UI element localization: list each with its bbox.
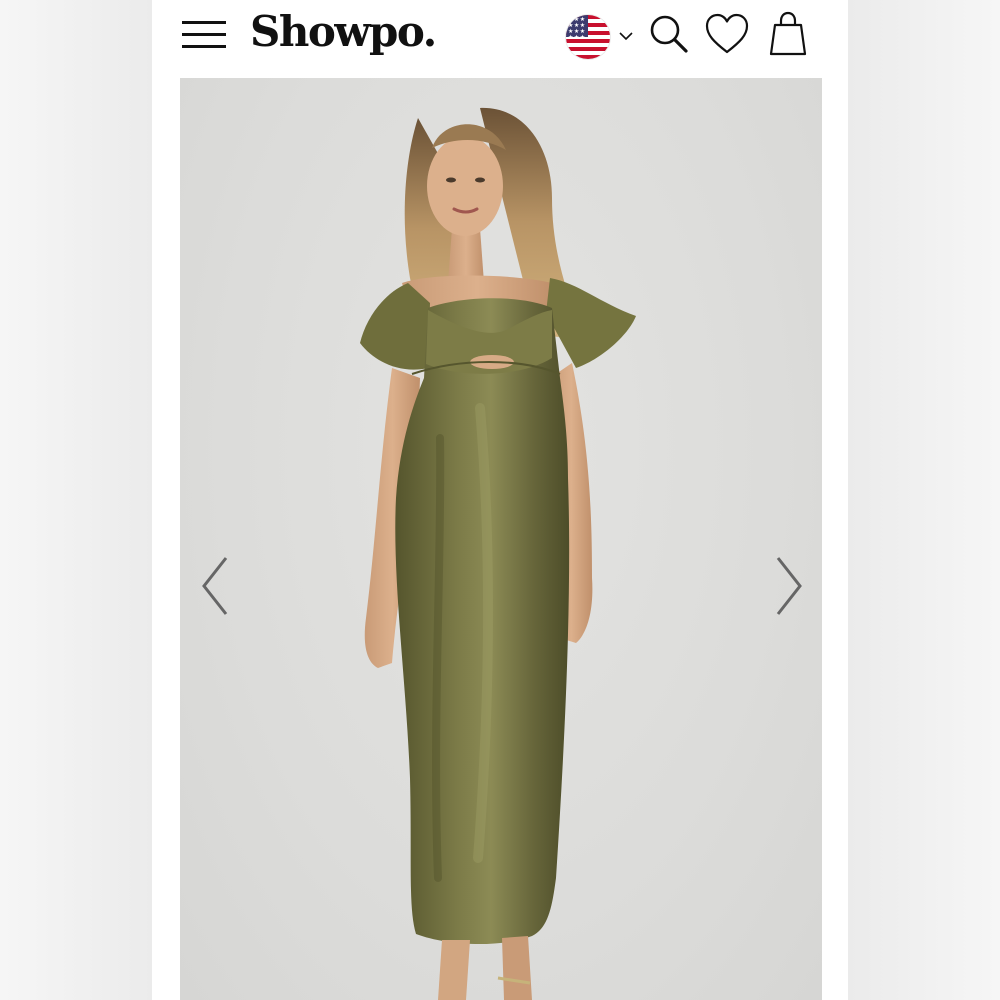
hamburger-menu-icon [182, 21, 226, 48]
mobile-page: Showpo. ★★★★★★★★★★★★ [152, 0, 848, 1000]
chevron-left-icon [202, 557, 228, 615]
left-backdrop [0, 0, 152, 1000]
shopping-bag-icon [769, 11, 807, 56]
product-image-gallery[interactable] [180, 78, 822, 1000]
right-backdrop [848, 0, 1000, 1000]
previous-image-button[interactable] [196, 550, 236, 622]
site-header: Showpo. ★★★★★★★★★★★★ [152, 0, 848, 76]
menu-button[interactable] [180, 14, 228, 54]
product-image [360, 107, 636, 1000]
us-flag-icon: ★★★★★★★★★★★★ [566, 15, 610, 59]
shopping-bag-button[interactable] [766, 10, 810, 58]
search-button[interactable] [646, 12, 692, 58]
next-image-button[interactable] [768, 550, 808, 622]
heart-icon [705, 13, 749, 54]
chevron-down-icon [619, 32, 633, 41]
wishlist-button[interactable] [704, 12, 750, 58]
search-icon [650, 15, 688, 53]
chevron-right-icon [776, 557, 802, 615]
locale-selector[interactable]: ★★★★★★★★★★★★ [564, 12, 638, 62]
brand-logo[interactable]: Showpo. [250, 2, 437, 62]
